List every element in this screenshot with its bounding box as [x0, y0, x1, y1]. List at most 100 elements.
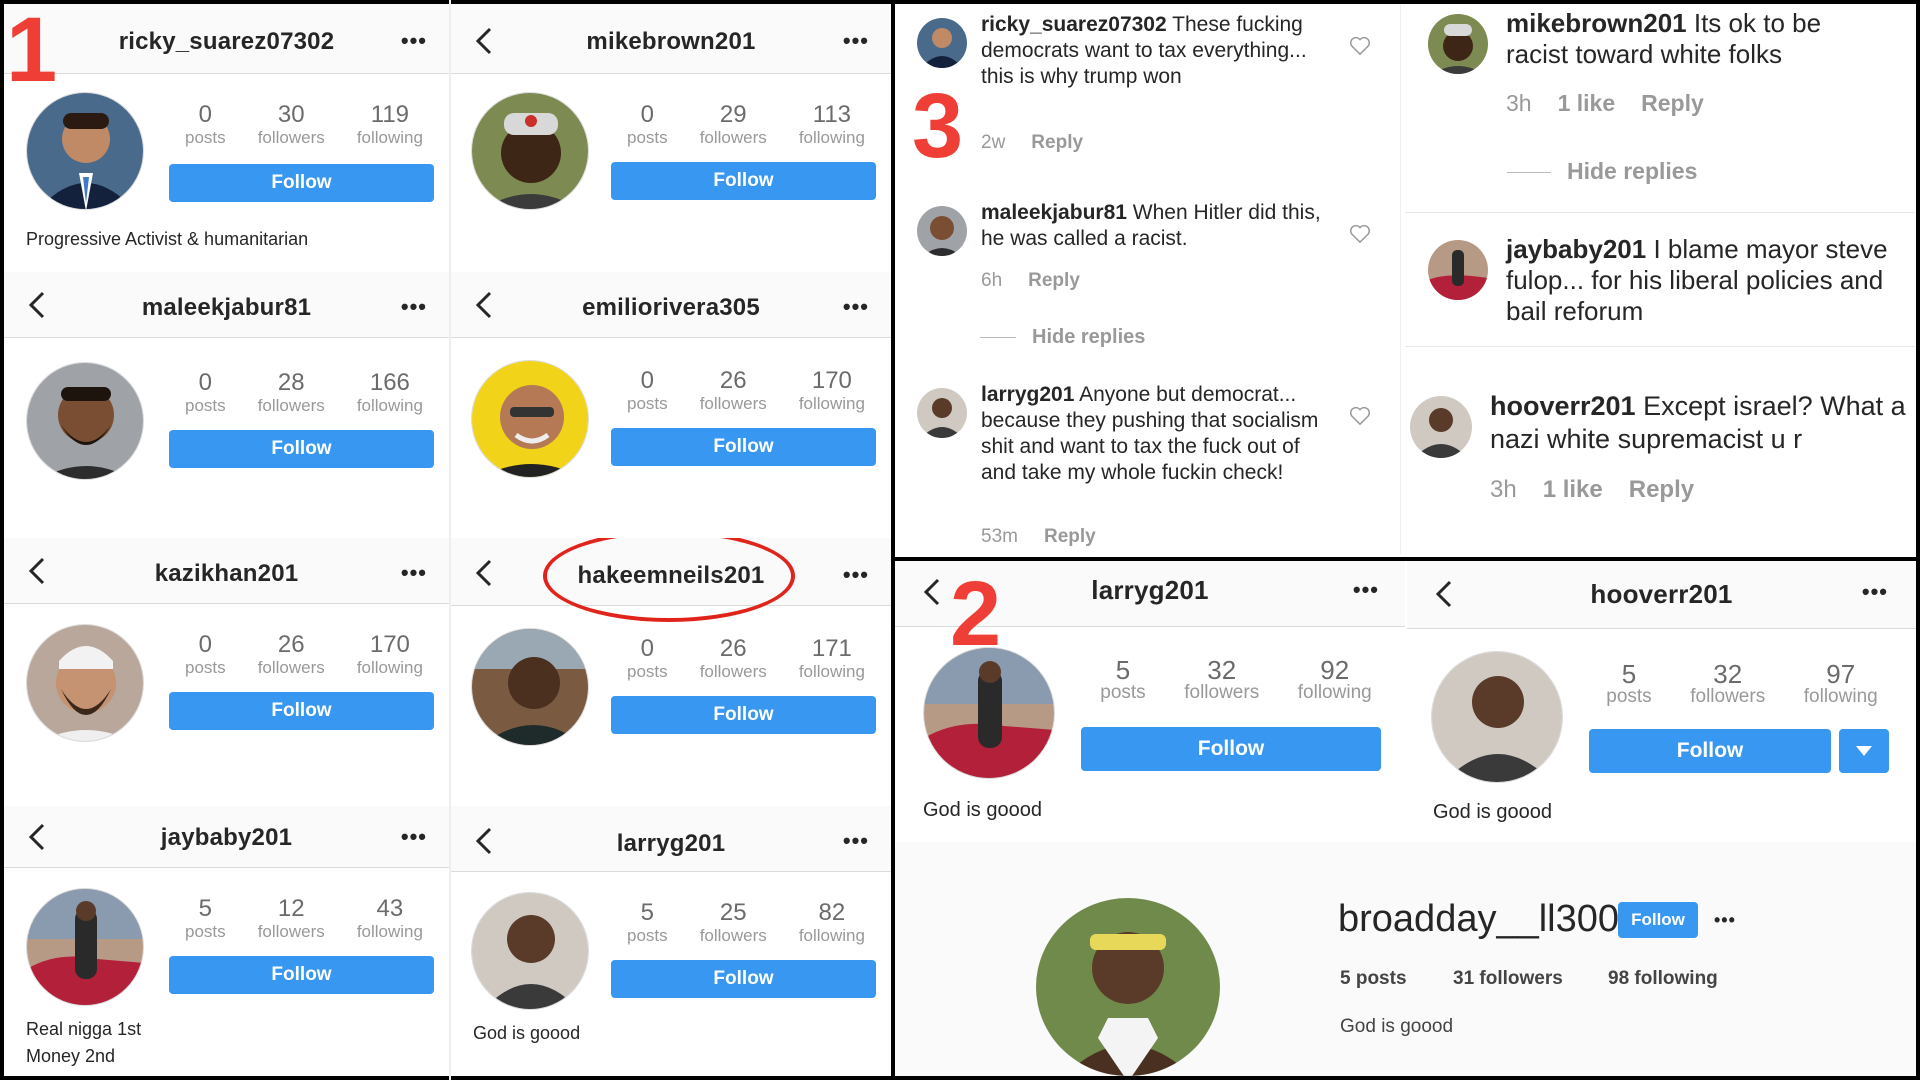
- more-options-icon[interactable]: •••: [843, 564, 869, 586]
- more-options-icon[interactable]: •••: [1353, 579, 1379, 601]
- followers-stat[interactable]: 26 followers: [258, 632, 325, 678]
- following-stat[interactable]: 170 following: [357, 632, 423, 678]
- posts-label: posts: [627, 926, 668, 945]
- following-stat[interactable]: 166 following: [357, 370, 423, 416]
- follow-button[interactable]: Follow: [611, 696, 876, 734]
- comment-username[interactable]: ricky_suarez07302: [981, 13, 1167, 36]
- following-stat[interactable]: 82 following: [799, 900, 865, 946]
- reply-button[interactable]: Reply: [1031, 132, 1083, 153]
- back-arrow-icon[interactable]: [469, 556, 499, 590]
- posts-stat[interactable]: 0 posts: [627, 368, 668, 414]
- following-stat[interactable]: 171 following: [799, 636, 865, 682]
- followers-label: followers: [699, 662, 767, 681]
- follow-button[interactable]: Follow: [169, 430, 434, 468]
- back-arrow-icon[interactable]: [22, 820, 52, 854]
- posts-stat[interactable]: 0 posts: [185, 632, 226, 678]
- profile-stats: 0 posts 28 followers 166 following: [169, 370, 439, 416]
- comment-username[interactable]: jaybaby201: [1506, 234, 1646, 264]
- followers-count: 26: [277, 631, 305, 658]
- follow-button[interactable]: Follow: [611, 162, 876, 200]
- reply-button[interactable]: Reply: [1641, 90, 1704, 116]
- following-count: 170: [369, 631, 410, 658]
- reply-button[interactable]: Reply: [1044, 526, 1096, 547]
- posts-stat[interactable]: 0 posts: [185, 102, 226, 148]
- comment-time: 3h: [1506, 90, 1532, 116]
- heart-icon[interactable]: [1349, 406, 1371, 426]
- hide-replies-left[interactable]: Hide replies: [980, 326, 1145, 349]
- followers-stat[interactable]: 12 followers: [258, 896, 325, 942]
- following-stat[interactable]: 97 following: [1804, 661, 1878, 707]
- followers-stat[interactable]: 32 followers: [1184, 657, 1259, 703]
- followers-stat[interactable]: 25 followers: [700, 900, 767, 946]
- comment-username[interactable]: maleekjabur81: [981, 201, 1127, 224]
- back-arrow-icon[interactable]: [469, 288, 499, 322]
- back-arrow-icon[interactable]: [469, 824, 499, 858]
- followers-stat[interactable]: 28 followers: [258, 370, 325, 416]
- following-stat[interactable]: 113 following: [799, 102, 865, 148]
- reply-button[interactable]: Reply: [1028, 270, 1080, 291]
- followers-stat[interactable]: 30 followers: [258, 102, 325, 148]
- comment-username[interactable]: mikebrown201: [1506, 8, 1687, 38]
- posts-stat[interactable]: 0 posts: [627, 102, 668, 148]
- follow-button[interactable]: Follow: [1589, 729, 1831, 773]
- follow-button[interactable]: Follow: [611, 428, 876, 466]
- reply-button[interactable]: Reply: [1629, 476, 1694, 503]
- heart-icon[interactable]: [1349, 224, 1371, 244]
- back-arrow-icon[interactable]: [1429, 577, 1459, 611]
- more-options-icon[interactable]: •••: [1714, 910, 1736, 931]
- followers-stat[interactable]: 26 followers: [700, 636, 767, 682]
- back-arrow-icon[interactable]: [469, 24, 499, 58]
- back-arrow-icon[interactable]: [22, 554, 52, 588]
- back-arrow-icon[interactable]: [917, 575, 947, 609]
- following-stat[interactable]: 119 following: [357, 102, 423, 148]
- avatar: [471, 360, 589, 478]
- more-options-icon[interactable]: •••: [401, 562, 427, 584]
- posts-stat[interactable]: 5 posts: [627, 900, 668, 946]
- more-options-icon[interactable]: •••: [401, 826, 427, 848]
- desktop-follow-button[interactable]: Follow: [1618, 902, 1698, 938]
- likes-count[interactable]: 1 like: [1558, 90, 1616, 116]
- more-options-icon[interactable]: •••: [401, 30, 427, 52]
- section-marker-1: 1: [6, 0, 58, 101]
- following-label: following: [356, 658, 423, 677]
- desktop-following[interactable]: 98 following: [1608, 968, 1718, 990]
- desktop-avatar: [1036, 898, 1220, 1076]
- following-stat[interactable]: 92 following: [1298, 657, 1372, 703]
- desktop-followers[interactable]: 31 followers: [1453, 968, 1563, 990]
- comment-username[interactable]: larryg201: [981, 383, 1074, 406]
- follow-button[interactable]: Follow: [169, 164, 434, 202]
- more-options-icon[interactable]: •••: [843, 30, 869, 52]
- posts-stat[interactable]: 5 posts: [1606, 661, 1651, 707]
- avatar: [923, 647, 1055, 779]
- posts-stat[interactable]: 5 posts: [185, 896, 226, 942]
- follow-button[interactable]: Follow: [169, 692, 434, 730]
- likes-count[interactable]: 1 like: [1543, 476, 1603, 503]
- following-stat[interactable]: 170 following: [799, 368, 865, 414]
- comment-time: 6h: [981, 270, 1003, 291]
- comment-meta: 2w Reply: [981, 132, 1109, 154]
- posts-stat[interactable]: 5 posts: [1100, 657, 1145, 703]
- desktop-posts[interactable]: 5 posts: [1340, 968, 1407, 990]
- followers-label: followers: [257, 658, 325, 677]
- more-options-icon[interactable]: •••: [401, 296, 427, 318]
- followers-stat[interactable]: 29 followers: [700, 102, 767, 148]
- comment-username[interactable]: hooverr201: [1490, 391, 1636, 421]
- follow-button[interactable]: Follow: [169, 956, 434, 994]
- posts-stat[interactable]: 0 posts: [185, 370, 226, 416]
- follow-button[interactable]: Follow: [611, 960, 876, 998]
- hide-replies-label: Hide replies: [1567, 158, 1698, 184]
- suggested-dropdown-button[interactable]: [1839, 729, 1889, 773]
- following-count: 97: [1826, 659, 1856, 689]
- more-options-icon[interactable]: •••: [843, 830, 869, 852]
- following-stat[interactable]: 43 following: [357, 896, 423, 942]
- followers-stat[interactable]: 32 followers: [1690, 661, 1765, 707]
- more-options-icon[interactable]: •••: [1862, 581, 1888, 603]
- back-arrow-icon[interactable]: [22, 288, 52, 322]
- heart-icon[interactable]: [1349, 36, 1371, 56]
- hide-replies-right[interactable]: Hide replies: [1507, 158, 1697, 185]
- following-count: 43: [376, 895, 404, 922]
- more-options-icon[interactable]: •••: [843, 296, 869, 318]
- followers-stat[interactable]: 26 followers: [700, 368, 767, 414]
- follow-button[interactable]: Follow: [1081, 727, 1381, 771]
- posts-stat[interactable]: 0 posts: [627, 636, 668, 682]
